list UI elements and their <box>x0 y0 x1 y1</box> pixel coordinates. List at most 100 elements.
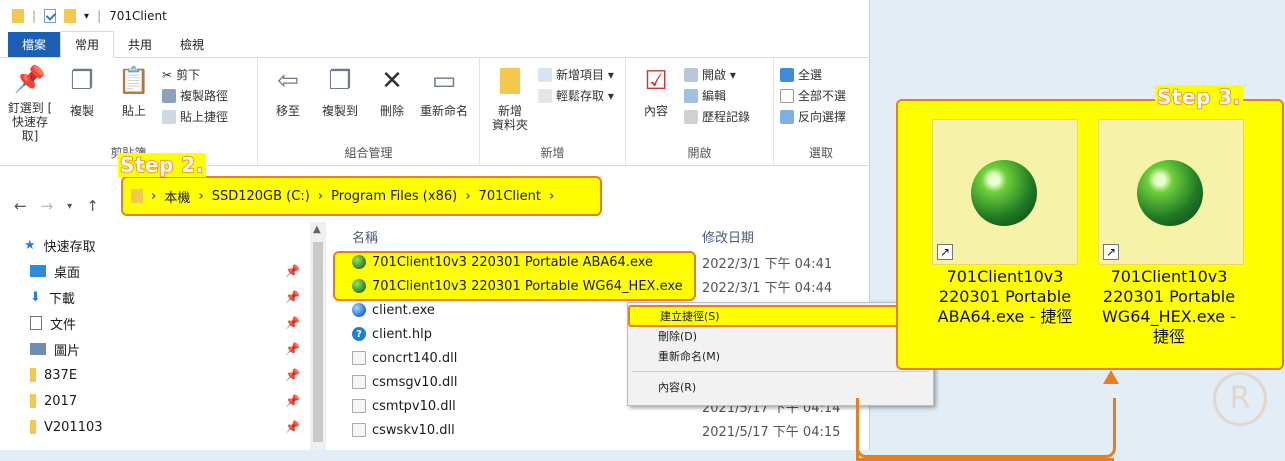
history-button[interactable]: 歷程記錄 <box>684 108 750 125</box>
nav-item-v201103[interactable]: V201103 📌 <box>0 414 310 440</box>
properties-button[interactable]: ☑ 內容 <box>632 64 680 143</box>
nav-item-837e[interactable]: 837E 📌 <box>0 362 310 388</box>
dropdown-icon[interactable]: ▾ <box>84 11 89 22</box>
paste-button[interactable]: 📋 貼上 <box>110 64 158 143</box>
nav-item-downloads[interactable]: ⬇ 下載 📌 <box>0 284 310 310</box>
column-name[interactable]: 名稱 <box>342 227 702 246</box>
pin-icon[interactable]: 📌 <box>285 290 300 304</box>
nav-item-pictures[interactable]: 圖片 📌 <box>0 336 310 362</box>
tab-share[interactable]: 共用 <box>114 32 166 57</box>
open-icon <box>684 67 698 82</box>
breadcrumb-item[interactable]: Program Files (x86) <box>331 189 457 204</box>
pin-icon[interactable]: 📌 <box>285 420 300 434</box>
desktop-shortcut-label[interactable]: 701Client10v3 220301 Portable ABA64.exe … <box>930 267 1080 327</box>
easy-access-button[interactable]: 輕鬆存取 ▾ <box>538 87 614 104</box>
tab-view[interactable]: 檢視 <box>166 32 218 57</box>
back-arrow-icon[interactable]: ← <box>14 197 27 215</box>
pin-quick-access-button[interactable]: 📌 釘選到 [ 快速存取] <box>6 64 54 144</box>
picture-icon <box>30 343 46 355</box>
scroll-thumb[interactable] <box>313 242 323 442</box>
rename-button[interactable]: ▭ 重新命名 <box>420 64 468 143</box>
connector-line <box>856 398 1116 458</box>
up-arrow-icon[interactable]: ↑ <box>86 197 99 215</box>
context-menu-rename[interactable]: 重新命名(M) <box>628 345 933 367</box>
folder-icon[interactable] <box>64 9 77 23</box>
edit-button[interactable]: 編輯 <box>684 87 750 104</box>
pin-icon[interactable]: 📌 <box>285 316 300 330</box>
desktop-shortcut-tile[interactable]: ↗ <box>1098 119 1244 265</box>
star-icon: ★ <box>24 237 36 253</box>
chevron-right-icon[interactable]: › <box>549 189 554 204</box>
tab-home[interactable]: 常用 <box>60 31 115 58</box>
context-menu-create-shortcut[interactable]: 建立捷徑(S) <box>628 305 933 327</box>
chevron-right-icon[interactable]: › <box>198 189 203 204</box>
nav-item-quick-access[interactable]: ★ 快速存取 <box>0 232 310 258</box>
select-all-icon <box>780 67 794 82</box>
pin-icon[interactable]: 📌 <box>285 368 300 382</box>
copy-to-icon: ❐ <box>328 66 352 96</box>
desktop-shortcut-label[interactable]: 701Client10v3 220301 Portable WG64_HEX.e… <box>1094 267 1244 347</box>
context-menu-properties[interactable]: 內容(R) <box>628 376 933 398</box>
nav-scrollbar[interactable]: ▲ <box>310 222 326 450</box>
help-icon: ? <box>352 327 366 341</box>
ribbon-tabs: 檔案 常用 共用 檢視 <box>0 31 869 58</box>
folder-icon <box>30 420 36 434</box>
copy-path-button[interactable]: 複製路徑 <box>162 87 228 104</box>
ribbon: 📌 釘選到 [ 快速存取] ❐ 複製 📋 貼上 ✂剪下 複製路徑 貼上捷徑 剪貼… <box>0 58 869 166</box>
new-folder-icon <box>493 64 527 98</box>
desktop-shortcut-tile[interactable]: ↗ <box>932 119 1078 265</box>
file-row[interactable]: 701Client10v3 220301 Portable ABA64.exe … <box>342 250 870 274</box>
copy-to-button[interactable]: ❐ 複製到 <box>316 64 364 143</box>
shortcut-icon <box>162 109 176 124</box>
app-icon <box>352 303 366 317</box>
clipboard-icon: 📋 <box>117 66 151 96</box>
globe-icon <box>352 279 366 293</box>
select-none-button[interactable]: 全部不選 <box>780 87 846 104</box>
new-folder-button[interactable]: 新增 資料夾 <box>486 64 534 143</box>
nav-item-desktop[interactable]: 桌面 📌 <box>0 258 310 284</box>
pin-icon: 📌 <box>13 64 47 95</box>
breadcrumb-item[interactable]: SSD120GB (C:) <box>212 189 310 204</box>
paste-shortcut-button[interactable]: 貼上捷徑 <box>162 108 228 125</box>
move-to-button[interactable]: ⇦ 移至 <box>264 64 312 143</box>
step2-label: Step 2. <box>118 152 206 178</box>
chevron-right-icon[interactable]: › <box>465 189 470 204</box>
step3-label: Step 3. <box>1155 84 1243 110</box>
recent-dropdown-icon[interactable]: ▾ <box>67 201 72 212</box>
checkbox-icon[interactable] <box>44 9 57 23</box>
breadcrumb-item[interactable]: 本機 <box>164 187 190 206</box>
pin-icon[interactable]: 📌 <box>285 342 300 356</box>
scroll-up-icon[interactable]: ▲ <box>313 224 321 235</box>
file-row[interactable]: 701Client10v3 220301 Portable WG64_HEX.e… <box>342 274 870 298</box>
chevron-right-icon[interactable]: › <box>318 189 323 204</box>
invert-selection-button[interactable]: 反向選擇 <box>780 108 846 125</box>
properties-icon: ☑ <box>644 66 668 96</box>
select-all-button[interactable]: 全選 <box>780 66 846 83</box>
nav-item-documents[interactable]: 文件 📌 <box>0 310 310 336</box>
group-label: 組合管理 <box>344 146 393 160</box>
dll-file-icon <box>352 351 366 365</box>
context-menu: 建立捷徑(S) 刪除(D) 重新命名(M) 內容(R) <box>627 302 934 406</box>
nav-item-2017[interactable]: 2017 📌 <box>0 388 310 414</box>
chevron-right-icon[interactable]: › <box>151 189 156 204</box>
forward-arrow-icon[interactable]: → <box>41 197 54 215</box>
pin-icon[interactable]: 📌 <box>285 264 300 278</box>
cut-button[interactable]: ✂ 剪下 <box>162 66 228 83</box>
window-title: 701Client <box>109 9 167 23</box>
column-date[interactable]: 修改日期 <box>702 227 754 246</box>
rename-icon: ▭ <box>431 66 457 96</box>
group-clipboard: 📌 釘選到 [ 快速存取] ❐ 複製 📋 貼上 ✂剪下 複製路徑 貼上捷徑 剪貼… <box>0 58 258 165</box>
file-row[interactable]: cswskv10.dll 2021/5/17 下午 04:15 <box>342 418 870 442</box>
open-button[interactable]: 開啟 ▾ <box>684 66 750 83</box>
delete-button[interactable]: ✕ 刪除 <box>368 64 416 143</box>
easy-access-icon <box>538 88 552 103</box>
tab-file[interactable]: 檔案 <box>8 32 61 57</box>
new-item-button[interactable]: 新增項目 ▾ <box>538 66 614 83</box>
group-label: 新增 <box>540 146 565 160</box>
copy-button[interactable]: ❐ 複製 <box>58 64 106 143</box>
context-menu-delete[interactable]: 刪除(D) <box>628 327 933 345</box>
invert-selection-icon <box>780 109 794 124</box>
address-bar[interactable]: › 本機 › SSD120GB (C:) › Program Files (x8… <box>121 176 602 216</box>
pin-icon[interactable]: 📌 <box>285 394 300 408</box>
breadcrumb-item[interactable]: 701Client <box>479 189 541 204</box>
